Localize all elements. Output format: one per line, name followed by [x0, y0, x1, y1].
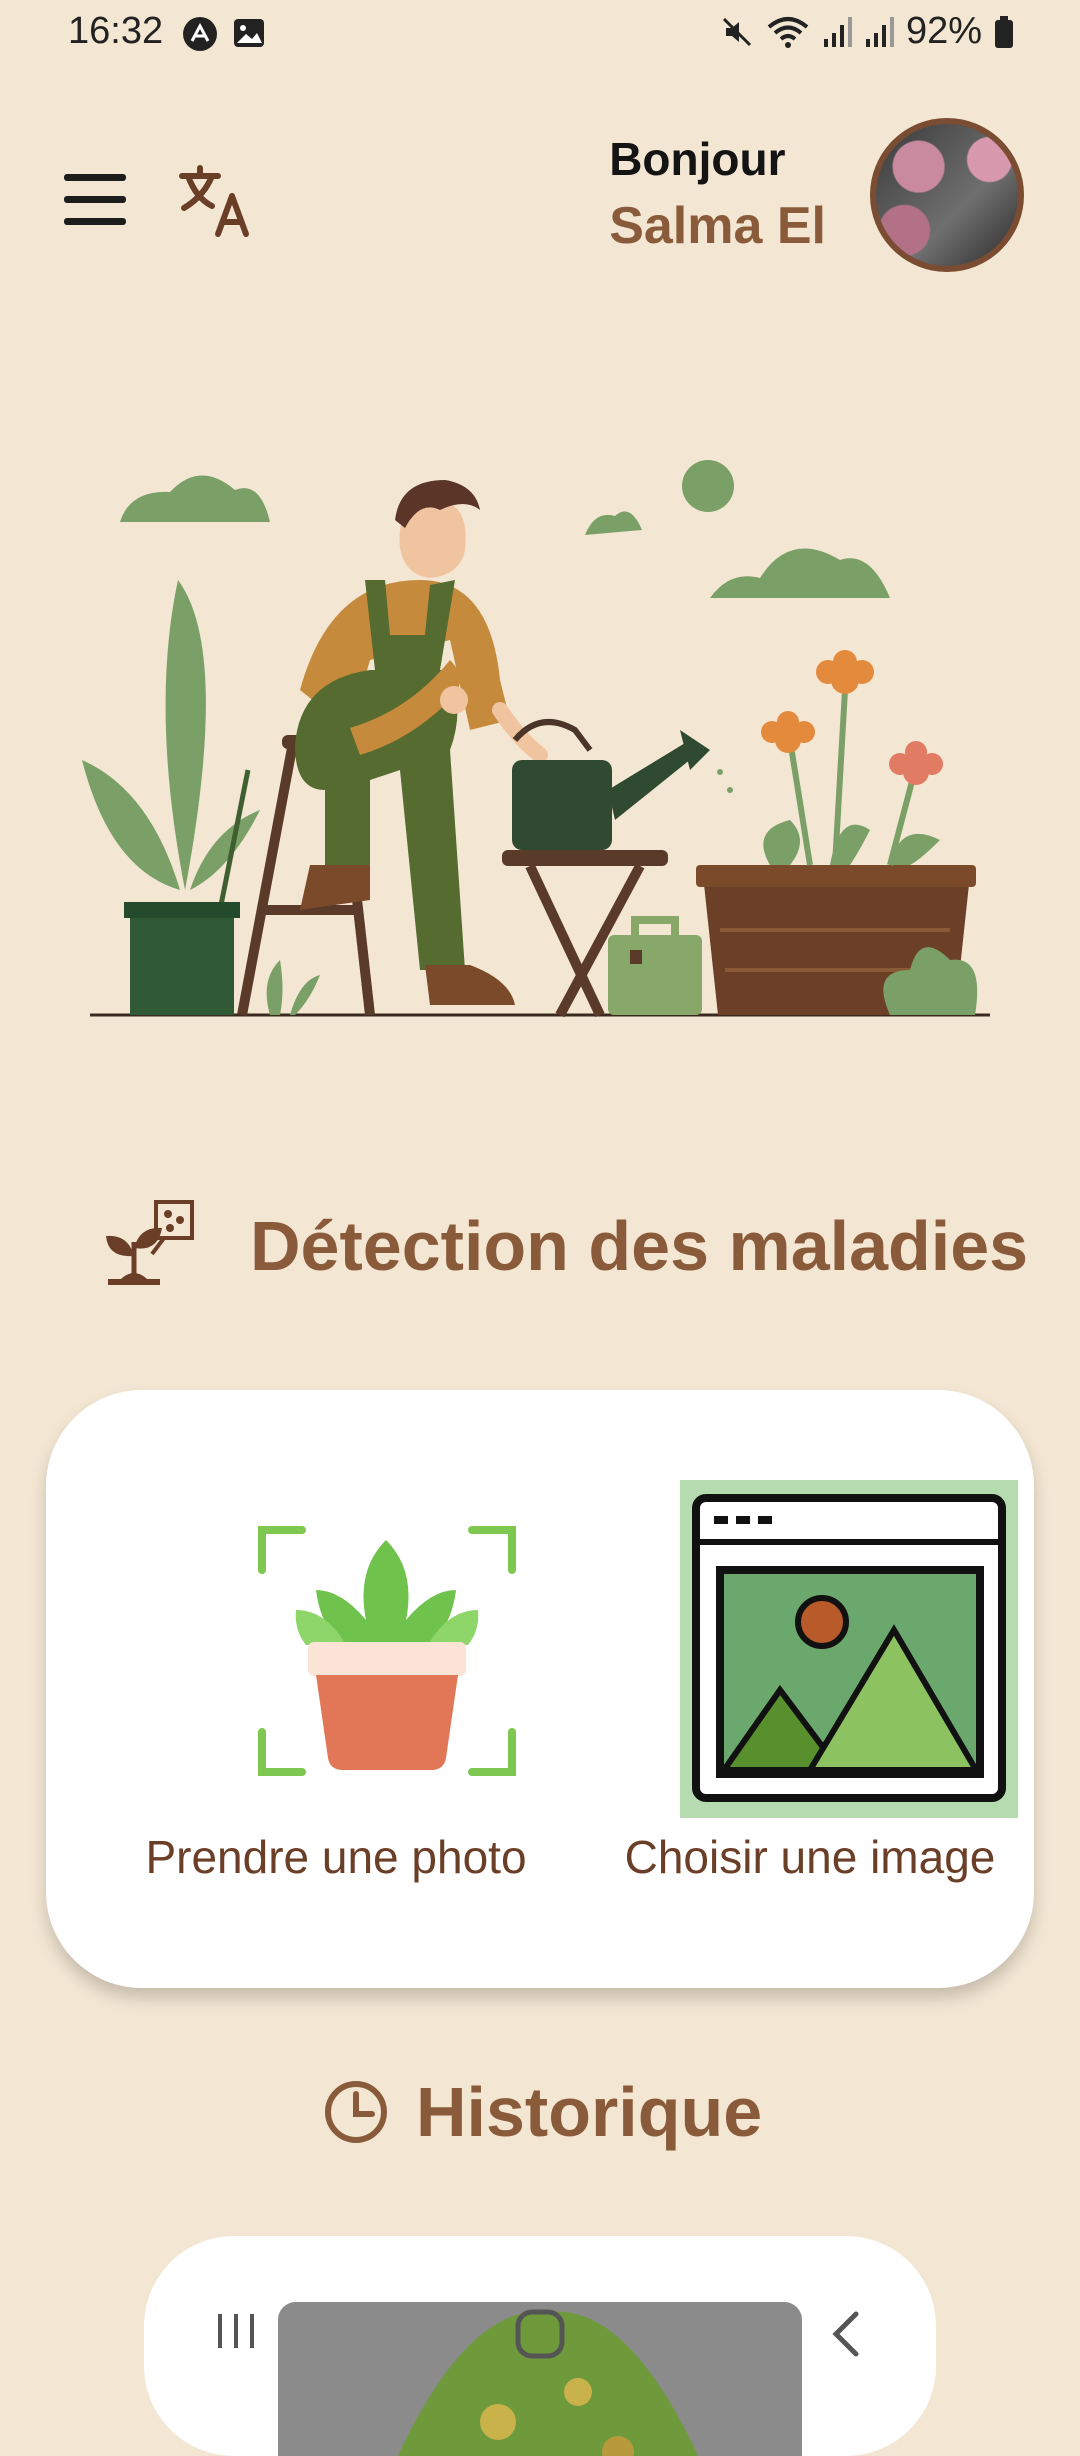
avatar[interactable]	[870, 118, 1024, 272]
translate-icon[interactable]	[178, 162, 254, 238]
choose-image-label: Choisir une image	[624, 1831, 996, 1883]
wifi-icon	[767, 16, 809, 48]
history-section-header: Historique	[0, 2060, 1080, 2180]
take-photo-label: Prendre une photo	[145, 1831, 527, 1883]
home-icon[interactable]	[510, 2304, 570, 2364]
gallery-image-icon	[680, 1480, 1018, 1818]
user-name: Salma El	[609, 197, 826, 255]
image-notification-icon	[234, 19, 264, 47]
status-bar: 16:32 92%	[0, 0, 1080, 70]
recent-apps-icon[interactable]	[214, 2310, 260, 2352]
menu-button[interactable]	[62, 170, 128, 230]
greeting-text: Bonjour	[609, 133, 786, 185]
menu-icon	[64, 174, 126, 181]
gardener-illustration	[82, 460, 990, 1018]
choose-image-button[interactable]: Choisir une image	[586, 1390, 1034, 1988]
plant-disease-icon	[106, 1200, 194, 1285]
signal-icon	[823, 16, 852, 47]
status-time: 16:32	[68, 10, 164, 52]
camera-plant-icon	[258, 1526, 516, 1776]
detection-title: Détection des maladies	[250, 1207, 1029, 1285]
status-notification-icons	[182, 16, 266, 52]
detection-section-header: Détection des maladies	[0, 1180, 1080, 1300]
detection-options-card: Prendre une photo Choisir une image	[46, 1390, 1034, 1988]
battery-level: 92%	[905, 10, 982, 52]
system-navigation-bar	[0, 2268, 1080, 2400]
take-photo-button[interactable]: Prendre une photo	[86, 1390, 586, 1988]
battery-icon	[995, 15, 1013, 48]
mute-icon	[722, 17, 751, 46]
history-title: Historique	[416, 2073, 763, 2151]
back-icon[interactable]	[820, 2304, 870, 2364]
status-system-icons: 92%	[720, 10, 1014, 53]
app-notification-icon	[183, 17, 217, 51]
signal-2-icon	[865, 16, 894, 47]
app-header: Bonjour Salma El	[0, 110, 1080, 290]
greeting-block: Bonjour Salma El	[609, 132, 826, 256]
clock-icon	[325, 2081, 387, 2143]
